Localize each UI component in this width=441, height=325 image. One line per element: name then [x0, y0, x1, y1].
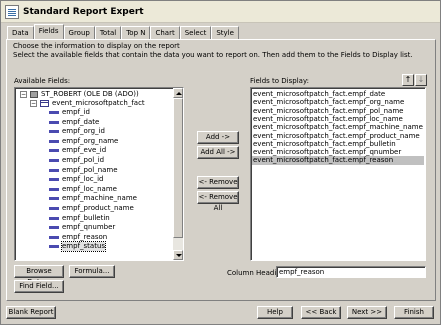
help-button[interactable]: Help [257, 306, 293, 319]
available-field-item[interactable]: empf_product_name [62, 204, 134, 213]
field-icon [49, 111, 59, 114]
scroll-up-button[interactable] [173, 88, 183, 98]
browse-data-button[interactable]: Browse Data... [14, 265, 64, 286]
available-field-item[interactable]: empf_bulletin [62, 214, 110, 223]
tab-fields[interactable]: Fields [33, 24, 64, 39]
blank-report-button[interactable]: Blank Report [6, 306, 56, 319]
find-field-button[interactable]: Find Field... [14, 280, 64, 293]
remove-all-button[interactable]: <- Remove All [197, 191, 239, 212]
available-field-item[interactable]: empf_pol_id [62, 156, 104, 165]
field-icon [49, 178, 59, 182]
window-title: Standard Report Expert [23, 6, 144, 17]
available-field-item[interactable]: empf_loc_id [62, 175, 104, 184]
back-button[interactable]: << Back [301, 306, 341, 319]
database-icon [30, 91, 38, 98]
title-bar: Standard Report Expert [1, 1, 440, 23]
field-icon [49, 139, 59, 143]
scroll-down-button[interactable] [173, 250, 183, 260]
fields-to-display-label: Fields to Display: [250, 77, 309, 85]
available-field-item[interactable]: empf_loc_name [62, 185, 117, 194]
available-fields-tree[interactable]: − ST_ROBERT (OLE DB (ADO)) − event_micro… [14, 87, 184, 261]
field-icon [49, 120, 59, 124]
available-field-item[interactable]: empf_date [62, 118, 99, 127]
field-icon [49, 149, 59, 153]
tree-scrollbar[interactable] [173, 88, 183, 260]
available-fields-label: Available Fields: [14, 77, 71, 85]
available-field-item[interactable]: empf_org_name [62, 137, 118, 146]
tree-table[interactable]: event_microsoftpatch_fact [52, 99, 145, 108]
fields-to-display-list[interactable]: event_microsoftpatch_fact.empf_date event… [250, 87, 426, 261]
report-expert-window: Standard Report Expert Data Fields Group… [0, 0, 441, 325]
move-up-icon[interactable]: ↑ [402, 74, 414, 86]
field-icon [49, 159, 59, 162]
field-icon [49, 216, 59, 220]
tab-chart[interactable]: Chart [150, 26, 180, 39]
tab-style[interactable]: Style [211, 26, 239, 39]
tree-root[interactable]: ST_ROBERT (OLE DB (ADO)) [41, 90, 139, 99]
collapse-icon[interactable]: − [30, 100, 37, 107]
field-icon [49, 245, 59, 249]
field-icon [49, 207, 59, 210]
instructions: Choose the information to display on the… [13, 42, 413, 60]
available-field-item[interactable]: empf_pol_name [62, 166, 118, 175]
collapse-icon[interactable]: − [20, 91, 27, 98]
field-icon [49, 235, 59, 239]
available-field-item[interactable]: empf_status [60, 241, 107, 253]
instruction-line-1: Choose the information to display on the… [13, 42, 180, 50]
add-all-button[interactable]: Add All -> [197, 146, 239, 159]
field-icon [49, 168, 59, 172]
add-button[interactable]: Add -> [197, 131, 239, 144]
tab-top-n[interactable]: Top N [121, 26, 151, 39]
tab-strip: Data Fields Group Total Top N Chart Sele… [7, 24, 239, 39]
available-field-item[interactable]: empf_qnumber [62, 223, 115, 232]
column-heading-input[interactable]: empf_reason [276, 266, 426, 278]
available-field-item[interactable]: empf_reason [62, 233, 107, 242]
field-icon [49, 197, 59, 201]
tab-select[interactable]: Select [179, 26, 212, 39]
finish-button[interactable]: Finish [394, 306, 434, 319]
scroll-thumb[interactable] [173, 98, 183, 238]
available-field-item[interactable]: empf_id [62, 108, 90, 117]
instruction-line-2: Select the available fields that contain… [13, 51, 413, 59]
field-icon [49, 187, 59, 191]
tab-group[interactable]: Group [63, 26, 95, 39]
available-field-item[interactable]: empf_machine_name [62, 194, 137, 203]
move-down-icon[interactable]: ↓ [415, 74, 427, 86]
tab-data[interactable]: Data [7, 26, 34, 39]
next-button[interactable]: Next >> [347, 306, 387, 319]
display-field-item[interactable]: event_microsoftpatch_fact.empf_reason [252, 156, 424, 166]
report-icon [5, 4, 19, 19]
formula-button[interactable]: Formula... [69, 265, 115, 278]
field-icon [49, 130, 59, 134]
tab-total[interactable]: Total [94, 26, 122, 39]
remove-button[interactable]: <- Remove [197, 176, 239, 189]
available-field-item[interactable]: empf_org_id [62, 127, 105, 136]
table-icon [40, 100, 49, 107]
field-icon [49, 226, 59, 230]
available-field-item[interactable]: empf_eve_id [62, 146, 106, 155]
